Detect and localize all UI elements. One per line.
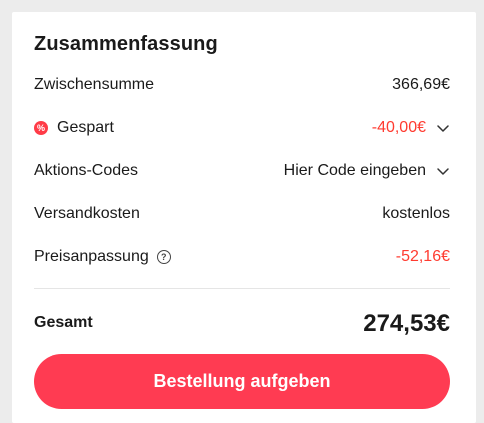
- subtotal-value: 366,69€: [392, 76, 450, 93]
- promo-code-input-prompt[interactable]: Hier Code eingeben: [284, 162, 426, 180]
- price-adjustment-label: Preisanpassung: [34, 248, 149, 265]
- total-label: Gesamt: [34, 314, 93, 331]
- price-adjustment-value: -52,16€: [395, 248, 450, 265]
- subtotal-row: Zwischensumme 366,69€: [34, 71, 450, 99]
- divider: [34, 288, 450, 289]
- question-circle-icon[interactable]: ?: [156, 250, 171, 264]
- place-order-button[interactable]: Bestellung aufgeben: [34, 354, 450, 409]
- chevron-down-icon[interactable]: [436, 123, 450, 133]
- summary-title: Zusammenfassung: [34, 33, 218, 55]
- saved-row[interactable]: % Gespart -40,00€: [34, 114, 450, 142]
- order-summary-card: Zusammenfassung Zwischensumme 366,69€ % …: [12, 12, 476, 423]
- shipping-value: kostenlos: [382, 205, 450, 222]
- saved-label: Gespart: [57, 119, 114, 136]
- promo-code-row[interactable]: Aktions-Codes Hier Code eingeben: [34, 157, 450, 185]
- promo-code-label: Aktions-Codes: [34, 162, 139, 179]
- total-value: 274,53€: [363, 310, 450, 337]
- saved-value: -40,00€: [371, 119, 426, 136]
- chevron-down-icon[interactable]: [436, 166, 450, 176]
- shipping-row: Versandkosten kostenlos: [34, 200, 450, 228]
- shipping-label: Versandkosten: [34, 205, 140, 222]
- percent-badge-icon: %: [34, 121, 48, 135]
- price-adjustment-row: Preisanpassung ? -52,16€: [34, 243, 450, 271]
- subtotal-label: Zwischensumme: [34, 76, 155, 93]
